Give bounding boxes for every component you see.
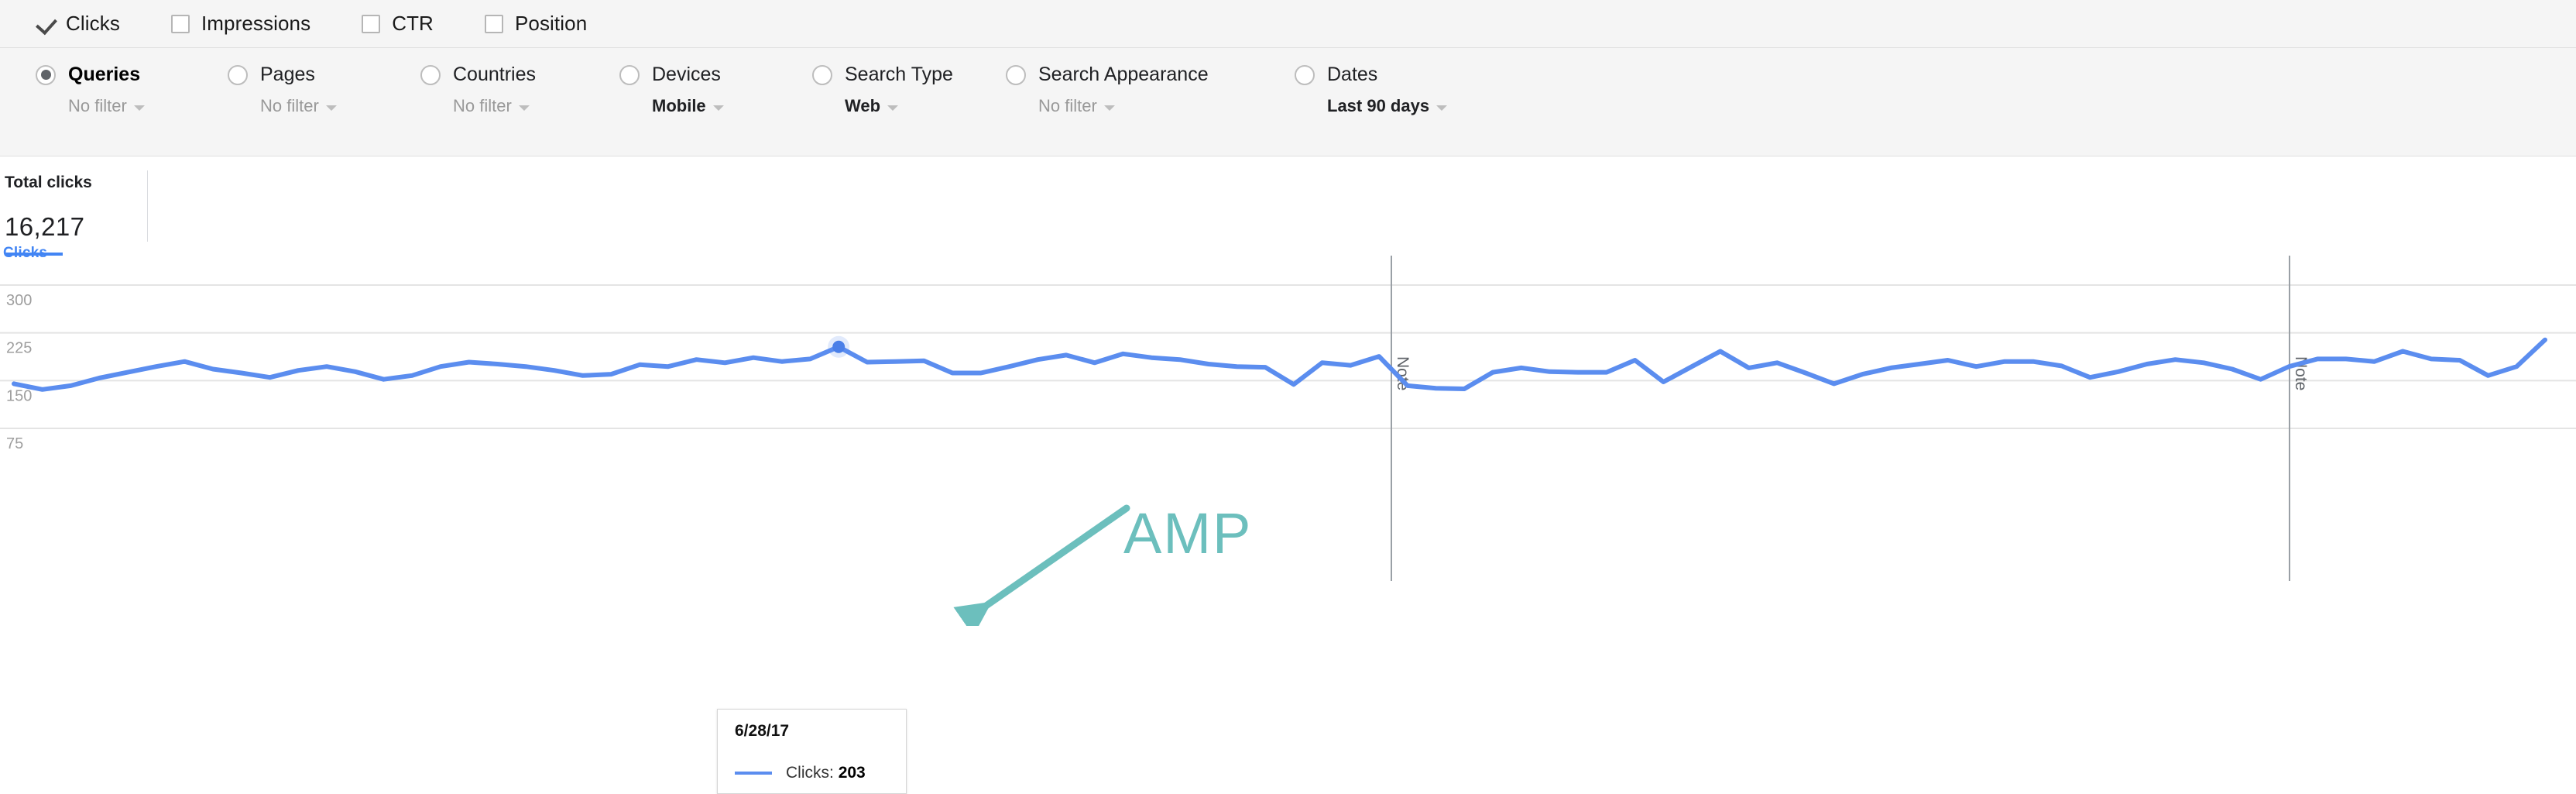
metric-toggle-impressions[interactable]: Impressions <box>170 12 311 36</box>
y-axis-tick: 225 <box>6 340 32 357</box>
dimension-header[interactable]: Dates <box>1295 64 1447 86</box>
y-axis-tick: 300 <box>6 292 32 309</box>
dimension-filter-value: Last 90 days <box>1327 96 1430 115</box>
tooltip-series-text: Clicks: 203 <box>786 764 866 782</box>
chevron-down-icon[interactable] <box>887 105 899 111</box>
metric-toggle-ctr[interactable]: CTR <box>362 12 434 36</box>
clicks-chart[interactable]: Clicks 300 225 150 75 Note Note AMP 6/28/17 C… <box>0 245 2576 794</box>
dimension-label: Dates <box>1327 64 1378 85</box>
dimension-filter-value: No filter <box>260 96 319 115</box>
radio-button-icon[interactable] <box>1295 64 1315 85</box>
chevron-down-icon[interactable] <box>325 105 337 111</box>
total-clicks-value: 16,217 <box>5 212 85 241</box>
totals-divider <box>147 170 148 242</box>
amp-annotation-label: AMP <box>1123 501 1253 565</box>
dimension-filter-value: No filter <box>1038 96 1097 115</box>
checkbox-icon[interactable] <box>484 14 503 33</box>
chart-tooltip: 6/28/17 Clicks: 203 <box>717 709 907 794</box>
dimension-header[interactable]: Search Appearance <box>1006 64 1209 86</box>
dimension-filter-dropdown[interactable]: No filter <box>1038 96 1209 116</box>
tooltip-series-swatch-icon <box>735 772 772 775</box>
totals-section: Total clicks 16,217 <box>0 156 2576 256</box>
dimension-header[interactable]: Queries <box>36 64 145 86</box>
radio-button-icon[interactable] <box>812 64 832 85</box>
dimension-filter-value: No filter <box>68 96 127 115</box>
radio-button-icon[interactable] <box>36 64 56 85</box>
dimension-label: Search Type <box>845 64 953 85</box>
tooltip-series-row: Clicks: 203 <box>735 764 889 782</box>
clicks-line-series[interactable] <box>12 337 2547 392</box>
dimension-label: Devices <box>652 64 721 85</box>
dimension-filter-value: No filter <box>453 96 512 115</box>
dimension-filter-dropdown[interactable]: No filter <box>260 96 337 116</box>
dimension-search-type[interactable]: Search Type Web <box>812 64 953 116</box>
y-axis-tick: 150 <box>6 387 32 404</box>
chevron-down-icon[interactable] <box>1436 105 1448 111</box>
dimension-dates[interactable]: Dates Last 90 days <box>1295 64 1448 116</box>
dimension-search-appearance[interactable]: Search Appearance No filter <box>1006 64 1209 116</box>
dimension-devices[interactable]: Devices Mobile <box>619 64 724 116</box>
tooltip-series-label: Clicks: <box>786 764 834 782</box>
metric-label: Impressions <box>201 12 311 35</box>
radio-button-icon[interactable] <box>1006 64 1026 85</box>
radio-button-icon[interactable] <box>619 64 640 85</box>
chart-canvas[interactable]: 30022515075Note Note <box>0 256 2576 581</box>
radio-button-icon[interactable] <box>420 64 441 85</box>
checkmark-icon[interactable] <box>36 15 54 33</box>
highlight-data-point[interactable] <box>832 340 846 353</box>
metric-toggle-position[interactable]: Position <box>484 12 588 36</box>
total-clicks-card[interactable]: Total clicks 16,217 <box>5 174 121 256</box>
dimension-pages[interactable]: Pages No filter <box>228 64 337 116</box>
dimension-filter-dropdown[interactable]: Last 90 days <box>1327 96 1448 116</box>
dimension-header[interactable]: Pages <box>228 64 337 86</box>
dimension-header[interactable]: Devices <box>619 64 724 86</box>
dimension-label: Pages <box>260 64 315 85</box>
chevron-down-icon[interactable] <box>133 105 145 111</box>
checkbox-icon[interactable] <box>170 14 190 33</box>
metric-label: CTR <box>392 12 434 35</box>
metric-toggle-clicks[interactable]: Clicks <box>36 12 120 36</box>
dimension-label: Queries <box>68 64 141 85</box>
dimension-queries[interactable]: Queries No filter <box>36 64 145 116</box>
dimension-filter-dropdown[interactable]: No filter <box>453 96 536 116</box>
dimension-header[interactable]: Countries <box>420 64 536 86</box>
metric-label: Clicks <box>66 12 120 35</box>
checkbox-icon[interactable] <box>362 14 381 33</box>
chevron-down-icon[interactable] <box>1103 105 1115 111</box>
dimension-filter-dropdown[interactable]: Web <box>845 96 953 116</box>
amp-annotation-arrow <box>953 504 1130 626</box>
dimension-filter-value: Web <box>845 96 881 115</box>
dimension-countries[interactable]: Countries No filter <box>420 64 536 116</box>
dimension-header[interactable]: Search Type <box>812 64 953 86</box>
total-clicks-label: Total clicks <box>5 174 92 191</box>
metric-toggle-bar: Clicks Impressions CTR Position <box>0 0 2576 48</box>
metric-label: Position <box>514 12 588 35</box>
dimension-label: Countries <box>453 64 536 85</box>
tooltip-date: 6/28/17 <box>735 722 790 740</box>
radio-button-icon[interactable] <box>228 64 248 85</box>
dimension-filter-dropdown[interactable]: Mobile <box>652 96 724 116</box>
dimension-filter-value: Mobile <box>652 96 706 115</box>
y-axis-tick: 75 <box>6 435 23 452</box>
chevron-down-icon[interactable] <box>518 105 530 111</box>
dimension-label: Search Appearance <box>1038 64 1209 85</box>
dimension-filter-bar: Queries No filter Pages No filter Countries N… <box>0 48 2576 156</box>
chevron-down-icon[interactable] <box>712 105 724 111</box>
tooltip-series-value: 203 <box>838 764 866 782</box>
dimension-filter-dropdown[interactable]: No filter <box>68 96 145 116</box>
